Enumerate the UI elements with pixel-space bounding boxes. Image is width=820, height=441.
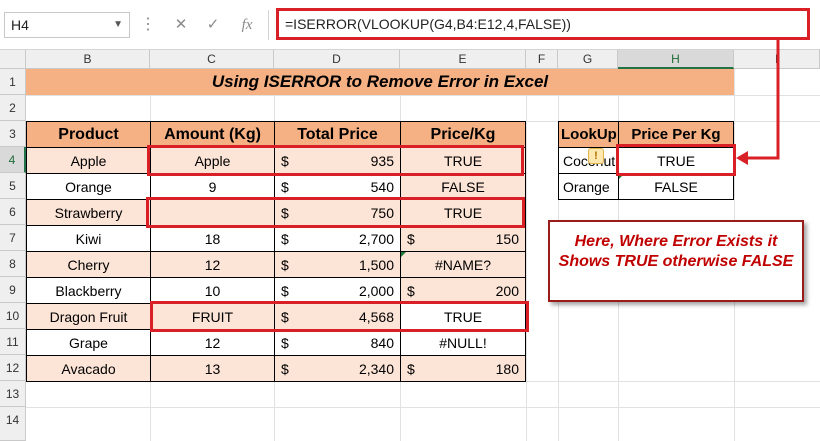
table-cell-price-kg[interactable]: #NAME?: [400, 251, 526, 278]
table-cell-price-kg[interactable]: FALSE: [400, 173, 526, 200]
row-header-14[interactable]: 14: [0, 407, 26, 441]
arrow-icon: [736, 40, 780, 165]
table-cell-amount[interactable]: 13: [150, 355, 275, 382]
table-cell-total[interactable]: $2,340: [274, 355, 401, 382]
table-cell-total[interactable]: $2,000: [274, 277, 401, 304]
currency-symbol: $: [407, 282, 415, 299]
table-cell-total[interactable]: $540: [274, 173, 401, 200]
currency-symbol: $: [281, 256, 289, 273]
table-cell-amount[interactable]: 10: [150, 277, 275, 304]
highlight-box: [146, 197, 525, 228]
currency-symbol: $: [407, 360, 415, 377]
table-cell-product[interactable]: Dragon Fruit: [26, 303, 151, 330]
callout-note: Here, Where Error Exists it Shows TRUE o…: [548, 220, 804, 302]
warning-icon[interactable]: !: [588, 148, 604, 164]
table-cell-total[interactable]: $1,500: [274, 251, 401, 278]
gridline: [26, 407, 820, 408]
currency-symbol: $: [281, 334, 289, 351]
total-value: 2,340: [358, 360, 394, 377]
lookup-cell-value[interactable]: Orange: [558, 173, 619, 200]
column-header-h[interactable]: H: [618, 50, 734, 69]
gridline: [526, 69, 527, 441]
table-cell-total[interactable]: $2,700: [274, 225, 401, 252]
price-kg-value: 200: [495, 282, 519, 299]
table-cell-product[interactable]: Orange: [26, 173, 151, 200]
table-cell-product[interactable]: Strawberry: [26, 199, 151, 226]
error-indicator-icon: [401, 252, 406, 257]
table-cell-amount[interactable]: 18: [150, 225, 275, 252]
currency-symbol: $: [407, 230, 415, 247]
table-cell-price-kg[interactable]: $200: [400, 277, 526, 304]
table-cell-product[interactable]: Kiwi: [26, 225, 151, 252]
row-header-6[interactable]: 6: [0, 199, 26, 225]
lookup-cell-result[interactable]: FALSE: [618, 173, 734, 200]
total-value: 1,500: [358, 256, 394, 273]
table-cell-total[interactable]: $840: [274, 329, 401, 356]
table-cell-amount[interactable]: 12: [150, 251, 275, 278]
table-cell-price-kg[interactable]: #NULL!: [400, 329, 526, 356]
currency-symbol: $: [281, 282, 289, 299]
sheet-title[interactable]: Using ISERROR to Remove Error in Excel: [26, 69, 734, 95]
row-header-7[interactable]: 7: [0, 225, 26, 251]
highlight-box: [147, 145, 524, 176]
table-cell-amount[interactable]: 9: [150, 173, 275, 200]
table-cell-product[interactable]: Grape: [26, 329, 151, 356]
row-header-3[interactable]: 3: [0, 121, 26, 147]
row-header-4[interactable]: 4: [0, 147, 26, 173]
currency-symbol: $: [281, 230, 289, 247]
table-cell-price-kg[interactable]: $150: [400, 225, 526, 252]
active-cell-highlight: [616, 144, 736, 176]
chevron-down-icon[interactable]: ▼: [113, 13, 123, 37]
column-header-g[interactable]: G: [558, 50, 618, 69]
row-header-12[interactable]: 12: [0, 355, 26, 381]
row-header-1[interactable]: 1: [0, 69, 26, 95]
column-header-b[interactable]: B: [26, 50, 150, 69]
name-box-value: H4: [11, 17, 29, 33]
highlight-box: [150, 301, 529, 332]
table-cell-product[interactable]: Apple: [26, 147, 151, 174]
total-value: 840: [370, 334, 394, 351]
row-header-8[interactable]: 8: [0, 251, 26, 277]
gridline: [26, 95, 820, 96]
price-kg-value: 150: [495, 230, 519, 247]
row-header-11[interactable]: 11: [0, 329, 26, 355]
column-header-c[interactable]: C: [150, 50, 274, 69]
header-amount[interactable]: Amount (Kg): [150, 121, 275, 148]
name-box[interactable]: H4 ▼: [4, 12, 130, 38]
header-product[interactable]: Product: [26, 121, 151, 148]
row-header-13[interactable]: 13: [0, 381, 26, 407]
row-header-2[interactable]: 2: [0, 95, 26, 121]
enter-icon[interactable]: ✓: [198, 12, 228, 38]
header-lookup[interactable]: LookUp: [558, 121, 619, 148]
currency-symbol: $: [281, 360, 289, 377]
cancel-icon[interactable]: ✕: [166, 12, 196, 38]
header-total-price[interactable]: Total Price: [274, 121, 401, 148]
total-value: 2,000: [358, 282, 394, 299]
table-cell-price-kg[interactable]: $180: [400, 355, 526, 382]
header-price-per-kg[interactable]: Price/Kg: [400, 121, 526, 148]
select-all-corner[interactable]: [0, 50, 26, 69]
row-header-5[interactable]: 5: [0, 173, 26, 199]
currency-symbol: $: [281, 178, 289, 195]
row-header-10[interactable]: 10: [0, 303, 26, 329]
column-header-f[interactable]: F: [526, 50, 558, 69]
column-header-e[interactable]: E: [400, 50, 526, 69]
row-header-9[interactable]: 9: [0, 277, 26, 303]
price-kg-value: 180: [495, 360, 519, 377]
total-value: 540: [370, 178, 394, 195]
table-cell-product[interactable]: Blackberry: [26, 277, 151, 304]
total-value: 2,700: [358, 230, 394, 247]
formula-input[interactable]: =ISERROR(VLOOKUP(G4,B4:E12,4,FALSE)): [276, 8, 810, 40]
table-cell-amount[interactable]: 12: [150, 329, 275, 356]
more-icon[interactable]: ⋮: [140, 14, 156, 36]
column-header-d[interactable]: D: [274, 50, 400, 69]
formula-bar: H4 ▼ ⋮ ✕ ✓ fx =ISERROR(VLOOKUP(G4,B4:E12…: [0, 0, 820, 50]
divider: [268, 10, 269, 40]
fx-icon[interactable]: fx: [232, 12, 262, 38]
table-cell-product[interactable]: Avacado: [26, 355, 151, 382]
table-cell-product[interactable]: Cherry: [26, 251, 151, 278]
